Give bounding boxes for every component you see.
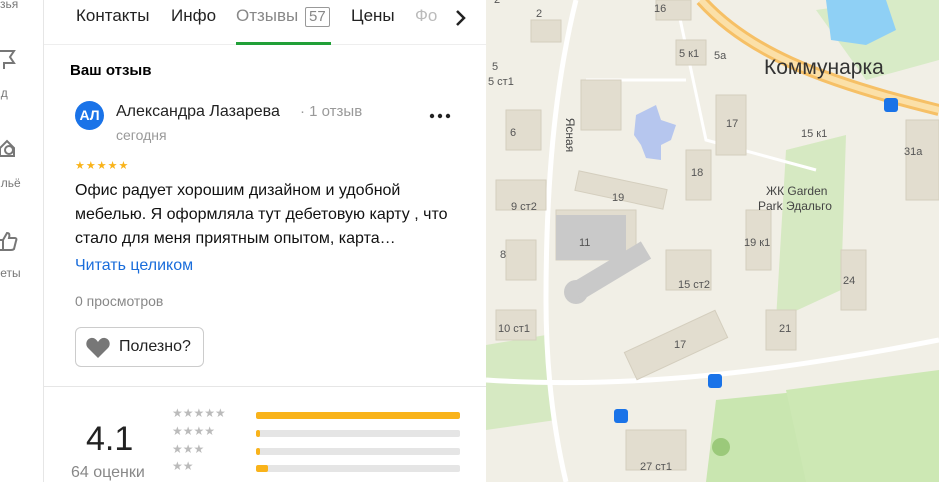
my-review-heading: Ваш отзыв [70, 62, 152, 79]
house-number: 18 [691, 167, 704, 179]
house-number: 24 [843, 275, 856, 287]
review-text: Офис радует хорошим дизайном и удобной м… [75, 182, 448, 247]
review-date: сегодня [116, 127, 167, 143]
distribution-fill [256, 448, 261, 455]
house-number: 2 [536, 8, 543, 20]
tab-contacts[interactable]: Контакты [76, 6, 149, 26]
house-number: 21 [779, 323, 792, 335]
complex-label: ЖК Garden [766, 184, 828, 198]
house-number: 5 к1 [679, 48, 700, 60]
house-number: 11 [579, 237, 591, 249]
distribution-stars: ★★★★★ [172, 406, 226, 420]
app-root: узья ид ильё веты Контакты Инфо Отзы [0, 0, 939, 482]
distribution-track [256, 412, 460, 419]
org-panel: Контакты Инфо Отзывы 57 Цены Фо Ваш отзы… [44, 0, 486, 482]
useful-label: Полезно? [119, 338, 191, 355]
house-number: 8 [500, 249, 507, 261]
review-author[interactable]: Александра Лазарева [116, 103, 280, 121]
tab-reviews-count: 57 [305, 7, 330, 27]
rating-distribution-row[interactable]: ★★★ [172, 442, 462, 459]
distribution-fill [256, 412, 460, 419]
heart-icon [86, 337, 110, 358]
house-number: 5 ст1 [488, 76, 514, 88]
thumbs-up-icon [0, 231, 18, 251]
read-full-link[interactable]: Читать целиком [75, 257, 193, 275]
tab-bar: Контакты Инфо Отзывы 57 Цены Фо [44, 0, 486, 45]
guide-icon [0, 50, 16, 69]
house-number: 31а [904, 146, 923, 158]
rating-distribution-row[interactable]: ★★★★ [172, 424, 462, 441]
tab-reviews-label: Отзывы [236, 6, 299, 25]
rating-distribution-row[interactable]: ★★★★★ [172, 406, 462, 423]
rail-item-label: ильё [0, 176, 21, 190]
house-number: 9 ст2 [511, 201, 537, 213]
active-tab-indicator [236, 42, 331, 45]
avatar[interactable]: АЛ [75, 101, 104, 130]
rail-item-label: узья [0, 0, 19, 11]
tab-photos[interactable]: Фо [415, 6, 437, 26]
housing-icon [0, 139, 15, 157]
chevron-right-icon[interactable] [450, 8, 470, 28]
house-number: 19 к1 [744, 237, 771, 249]
distribution-stars: ★★★ [172, 442, 205, 456]
distribution-fill [256, 430, 261, 437]
house-number: 5 [492, 61, 499, 73]
house-number: 27 ст1 [640, 461, 672, 473]
rating-count: 64 оценки [71, 464, 145, 481]
district-label: Коммунарка [764, 56, 884, 79]
complex-label: Park Эдальго [758, 199, 832, 213]
street-label: Ясная [563, 117, 578, 153]
house-number: 6 [510, 127, 517, 139]
left-rail: узья ид ильё веты [0, 0, 44, 482]
tab-reviews[interactable]: Отзывы 57 [236, 6, 330, 27]
review-stars: ★★★★★ [75, 160, 130, 172]
distribution-track [256, 448, 460, 455]
tab-info[interactable]: Инфо [171, 6, 216, 26]
rail-item-label: веты [0, 266, 21, 280]
section-divider [44, 386, 486, 387]
rail-item-label: ид [0, 86, 8, 100]
rating-distribution-row[interactable]: ★★ [172, 459, 462, 476]
house-number: 5а [714, 50, 727, 62]
house-number: 19 [612, 192, 625, 204]
map-view[interactable]: Коммунарка ЖК Garden Park Эдальго Ясная … [486, 0, 939, 482]
house-number: 15 к1 [801, 128, 828, 140]
house-number: 15 ст2 [678, 279, 710, 291]
author-review-count: · 1 отзыв [300, 103, 363, 120]
tab-prices[interactable]: Цены [351, 6, 395, 26]
distribution-fill [256, 465, 269, 472]
house-number: 16 [654, 3, 667, 15]
rating-value: 4.1 [86, 420, 134, 458]
more-options-icon[interactable] [428, 106, 452, 126]
house-number: 17 [674, 339, 687, 351]
house-number: 2 [494, 0, 501, 6]
distribution-track [256, 465, 460, 472]
review-views: 0 просмотров [75, 293, 164, 309]
house-number: 10 ст1 [498, 323, 530, 335]
distribution-stars: ★★★★ [172, 424, 216, 438]
distribution-stars: ★★ [172, 459, 194, 473]
useful-button[interactable]: Полезно? [75, 327, 204, 367]
distribution-track [256, 430, 460, 437]
house-number: 17 [726, 118, 739, 130]
